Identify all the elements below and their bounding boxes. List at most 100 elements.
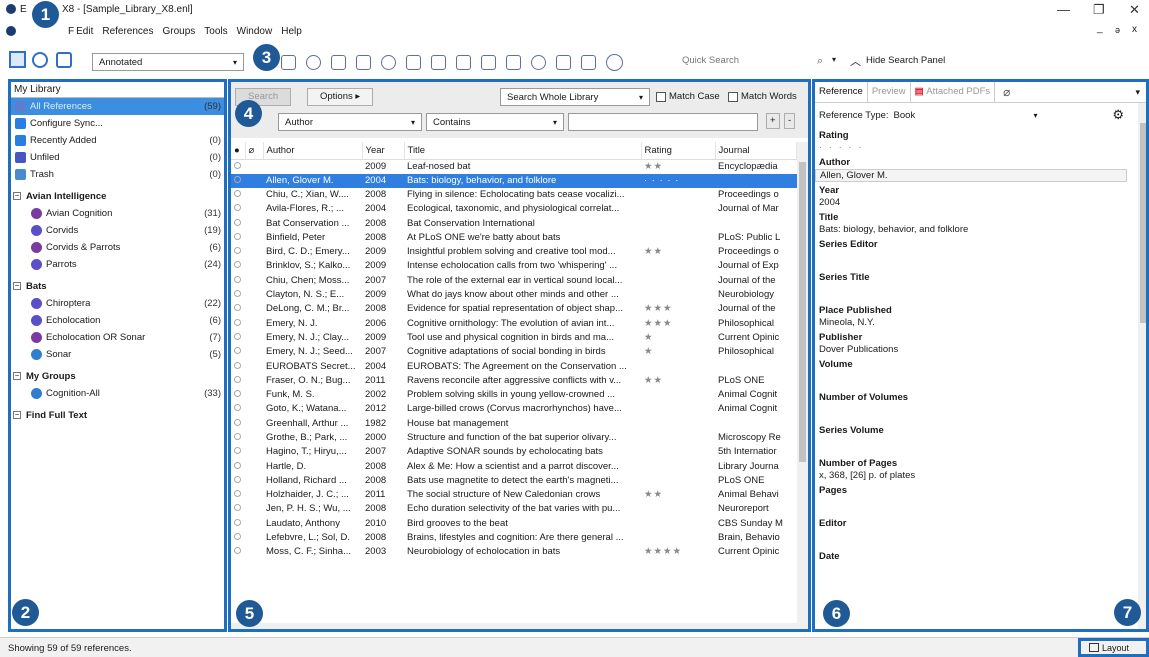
menu-edit[interactable]: Edit (76, 26, 93, 37)
table-row[interactable]: Holland, Richard ... 2008 Bats use magneti… (231, 474, 797, 488)
tab-reference[interactable]: Reference (815, 82, 868, 102)
sidebar-item[interactable]: All References (59) (11, 98, 224, 115)
rating-header[interactable]: Rating (641, 142, 716, 160)
field-value[interactable]: Mineola, N.Y. (815, 317, 1131, 329)
sync-icon[interactable] (531, 55, 546, 70)
field-value[interactable] (815, 284, 1131, 302)
unread-dot-icon[interactable] (234, 261, 241, 269)
field-value[interactable] (815, 404, 1131, 422)
unread-dot-icon[interactable] (234, 404, 241, 412)
table-row[interactable]: Bird, C. D.; Emery... 2009 Insightful prob… (231, 245, 797, 259)
field-value[interactable]: x, 368, [26] p. of plates (815, 470, 1131, 482)
group-set-header[interactable]: − Avian Intelligence (11, 187, 224, 205)
sidebar-item[interactable]: Trash (0) (11, 166, 224, 183)
collapse-icon[interactable]: − (13, 411, 21, 419)
group-item[interactable]: Parrots (24) (11, 256, 224, 273)
group-set-header[interactable]: − My Groups (11, 367, 224, 385)
table-row[interactable]: Emery, N. J. 2006 Cognitive ornithology: T… (231, 316, 797, 330)
table-row[interactable]: Bat Conservation ... 2008 Bat Conservation… (231, 216, 797, 230)
find-full-text-icon[interactable] (381, 55, 396, 70)
unread-dot-icon[interactable] (234, 290, 241, 298)
paperclip-icon[interactable]: ⌀ (1003, 85, 1010, 99)
inner-restore-button[interactable]: ǝ (1115, 25, 1120, 35)
detail-scrollbar[interactable] (1138, 103, 1146, 629)
menu-references[interactable]: References (102, 26, 153, 37)
unread-dot-icon[interactable] (234, 332, 241, 340)
search-icon[interactable]: ⌕ (817, 55, 823, 68)
title-header[interactable]: Title (404, 142, 642, 160)
format-bibliography-icon[interactable] (481, 55, 496, 70)
group-item[interactable]: Corvids (19) (11, 222, 224, 239)
local-library-icon[interactable] (9, 51, 26, 68)
unread-dot-icon[interactable] (234, 347, 241, 355)
group-set-header[interactable]: − Find Full Text (11, 406, 224, 424)
help-icon[interactable] (606, 54, 623, 71)
field-value[interactable]: Dover Publications (815, 344, 1131, 356)
export-icon[interactable] (356, 55, 371, 70)
table-row[interactable]: 2009 Leaf-nosed bat ★★ Encyclopædia (231, 159, 797, 174)
close-button[interactable]: ✕ (1129, 2, 1140, 18)
search-options-icon[interactable]: ▾ (832, 55, 836, 64)
field-value[interactable]: Bats: biology, behavior, and folklore (815, 224, 1131, 236)
unread-dot-icon[interactable] (234, 275, 241, 283)
horizontal-scrollbar[interactable] (231, 623, 797, 629)
field-value[interactable] (815, 497, 1131, 515)
unread-dot-icon[interactable] (234, 247, 241, 255)
app-menu-icon[interactable] (6, 26, 16, 36)
scrollbar-thumb[interactable] (799, 162, 806, 462)
table-row[interactable]: Fraser, O. N.; Bug... 2011 Ravens reconcil… (231, 374, 797, 388)
tab-attached-pdfs[interactable]: ▤ Attached PDFs (911, 82, 996, 102)
add-field-button[interactable]: + (766, 113, 780, 129)
unread-dot-icon[interactable] (234, 490, 241, 498)
field-value[interactable]: 2004 (815, 197, 1131, 209)
sidebar-item[interactable]: Recently Added (0) (11, 132, 224, 149)
table-row[interactable]: Lefebvre, L.; Sol, D. 2008 Brains, lifesty… (231, 531, 797, 545)
reference-list-scrollbar[interactable] (797, 142, 808, 629)
table-row[interactable]: Holzhaider, J. C.; ... 2011 The social str… (231, 488, 797, 502)
field-value[interactable]: · · · · · (815, 142, 1131, 154)
quick-search-input[interactable]: Quick Search (682, 55, 817, 66)
match-case-checkbox[interactable]: Match Case (656, 91, 720, 102)
table-row[interactable]: Moss, C. F.; Sinha... 2003 Neurobiology of… (231, 545, 797, 559)
table-row[interactable]: Hagino, T.; Hiryu,... 2007 Adaptive SONAR … (231, 445, 797, 459)
search-operator-select[interactable]: Contains ▾ (426, 113, 564, 131)
table-row[interactable]: Goto, K.; Watana... 2012 Large-billed crow… (231, 402, 797, 416)
read-status-header[interactable]: ● (231, 142, 246, 160)
minimize-button[interactable]: — (1057, 2, 1070, 17)
year-header[interactable]: Year (362, 142, 405, 160)
field-value[interactable] (815, 437, 1131, 455)
menu-file[interactable]: F (68, 26, 74, 37)
insert-citation-icon[interactable] (456, 55, 471, 70)
unread-dot-icon[interactable] (234, 318, 241, 326)
share-library-icon[interactable] (556, 55, 571, 70)
collapse-icon[interactable]: − (13, 372, 21, 380)
unread-dot-icon[interactable] (234, 475, 241, 483)
table-row[interactable]: Chiu, C.; Xian, W.... 2008 Flying in silen… (231, 188, 797, 202)
unread-dot-icon[interactable] (234, 547, 241, 555)
table-row[interactable]: Binfield, Peter 2008 At PLoS ONE we're bat… (231, 231, 797, 245)
field-value[interactable]: Allen, Glover M. (815, 169, 1127, 182)
unread-dot-icon[interactable] (234, 161, 241, 169)
table-row[interactable]: EUROBATS Secret... 2004 EUROBATS: The Agre… (231, 359, 797, 373)
field-value[interactable] (815, 251, 1131, 269)
unread-dot-icon[interactable] (234, 432, 241, 440)
unread-dot-icon[interactable] (234, 390, 241, 398)
open-link-icon[interactable] (406, 55, 421, 70)
menu-window[interactable]: Window (237, 26, 273, 37)
maximize-button[interactable]: ❐ (1093, 2, 1105, 18)
table-row[interactable]: Grothe, B.; Park, ... 2000 Structure and f… (231, 431, 797, 445)
table-row[interactable]: Clayton, N. S.; E... 2009 What do jays kno… (231, 288, 797, 302)
table-row[interactable]: Laudato, Anthony 2010 Bird grooves to the … (231, 517, 797, 531)
open-file-icon[interactable] (431, 55, 446, 70)
search-scope-select[interactable]: Search Whole Library ▾ (500, 88, 650, 106)
inner-minimize-button[interactable]: _ (1097, 23, 1103, 34)
menu-tools[interactable]: Tools (204, 26, 227, 37)
table-row[interactable]: Emery, N. J.; Clay... 2009 Tool use and ph… (231, 331, 797, 345)
table-row[interactable]: Allen, Glover M. 2004 Bats: biology, behav… (231, 173, 797, 188)
sidebar-item[interactable]: Unfiled (0) (11, 149, 224, 166)
chevron-down-icon[interactable]: ▾ (1034, 111, 1038, 120)
table-row[interactable]: Hartle, D. 2008 Alex & Me: How a scientist… (231, 459, 797, 473)
options-button[interactable]: Options ▸ (307, 88, 374, 106)
new-reference-icon[interactable] (281, 55, 296, 70)
table-row[interactable]: Avila-Flores, R.; ... 2004 Ecological, tax… (231, 202, 797, 216)
